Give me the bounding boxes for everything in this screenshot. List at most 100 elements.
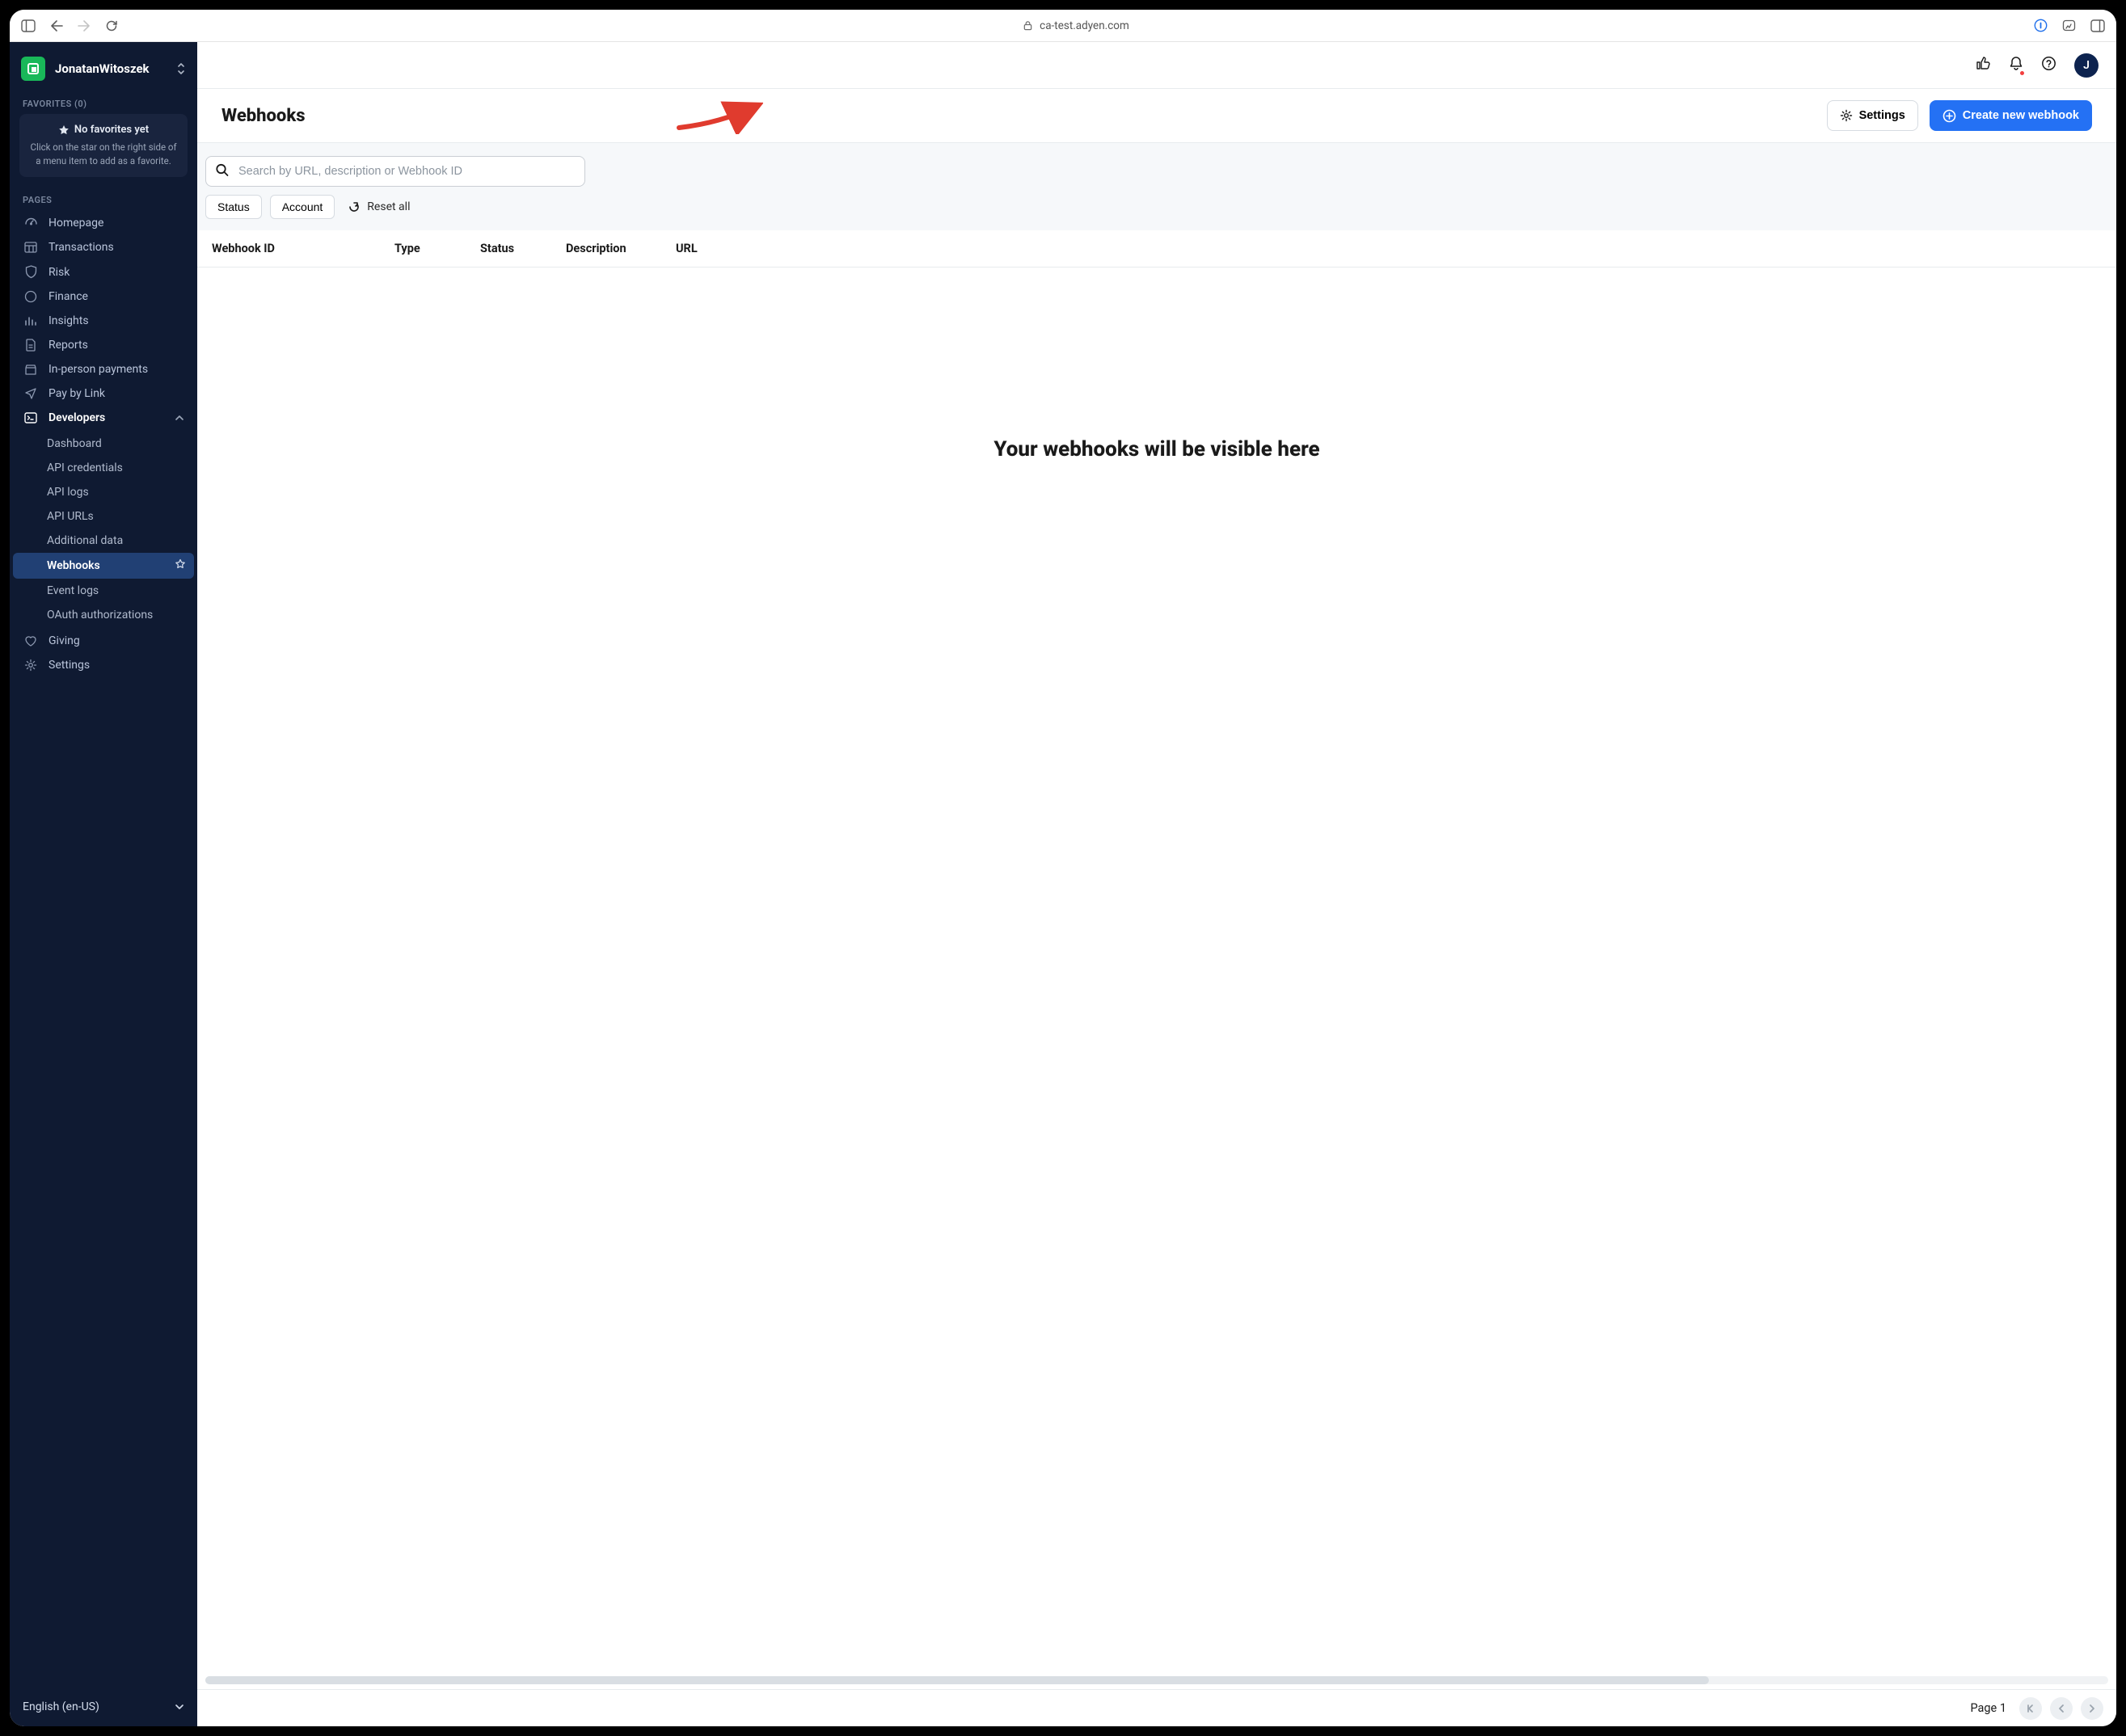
- pager-first[interactable]: [2019, 1697, 2042, 1720]
- sidebar-item-reports[interactable]: Reports: [15, 333, 192, 357]
- col-url: URL: [676, 242, 2102, 255]
- sidebar-item-risk[interactable]: Risk: [15, 259, 192, 284]
- col-status: Status: [480, 242, 545, 255]
- notification-dot: [2019, 70, 2025, 76]
- gear-icon: [1840, 109, 1853, 122]
- sidebar-item-label: In-person payments: [49, 363, 148, 376]
- forward-icon[interactable]: [78, 20, 91, 32]
- sub-item-label: API URLs: [47, 510, 94, 523]
- annotation-arrow: [674, 95, 763, 134]
- sidebar-item-label: Reports: [49, 339, 88, 352]
- sidebar-item-inperson[interactable]: In-person payments: [15, 357, 192, 381]
- terminal-icon: [23, 412, 39, 423]
- sidebar: JonatanWitoszek FAVORITES (0) No favorit…: [10, 42, 197, 1726]
- subitem-api-credentials[interactable]: API credentials: [13, 456, 194, 480]
- sub-item-label: API credentials: [47, 461, 123, 474]
- sub-item-label: Event logs: [47, 584, 99, 597]
- pagination-footer: Page 1: [197, 1689, 2116, 1726]
- favorites-empty-title: No favorites yet: [74, 124, 149, 136]
- thumbs-up-icon[interactable]: [1976, 56, 1991, 74]
- table-area: Webhook ID Type Status Description URL Y…: [197, 230, 2116, 1676]
- sidebar-item-transactions[interactable]: Transactions: [15, 235, 192, 259]
- back-icon[interactable]: [50, 20, 63, 32]
- onepassword-icon[interactable]: [2034, 19, 2048, 32]
- sidebar-toggle-icon[interactable]: [21, 19, 36, 32]
- settings-button[interactable]: Settings: [1827, 100, 1918, 131]
- button-label: Create new webhook: [1963, 109, 2079, 122]
- sub-item-label: Dashboard: [47, 437, 102, 450]
- shield-icon: [23, 265, 39, 279]
- language-label: English (en-US): [23, 1700, 99, 1713]
- tabs-icon[interactable]: [2090, 19, 2105, 32]
- favorites-label: FAVORITES (0): [10, 92, 197, 114]
- gauge-icon: [23, 216, 39, 230]
- sidebar-item-homepage[interactable]: Homepage: [15, 210, 192, 235]
- sidebar-item-label: Homepage: [49, 217, 103, 230]
- refresh-icon[interactable]: [105, 19, 118, 32]
- horizontal-scrollbar[interactable]: [205, 1676, 2108, 1684]
- address-bar[interactable]: ca-test.adyen.com: [126, 19, 2026, 32]
- url-text: ca-test.adyen.com: [1040, 19, 1129, 32]
- table-header-row: Webhook ID Type Status Description URL: [197, 230, 2116, 268]
- send-icon: [23, 387, 39, 400]
- heart-icon: [23, 635, 39, 647]
- subitem-dashboard[interactable]: Dashboard: [13, 432, 194, 456]
- sidebar-item-label: Finance: [49, 290, 88, 303]
- sub-item-label: Additional data: [47, 534, 123, 547]
- pager-prev[interactable]: [2050, 1697, 2073, 1720]
- subitem-event-logs[interactable]: Event logs: [13, 579, 194, 603]
- account-switcher[interactable]: JonatanWitoszek: [10, 42, 197, 92]
- subitem-oauth[interactable]: OAuth authorizations: [13, 603, 194, 627]
- sidebar-item-settings[interactable]: Settings: [15, 653, 192, 677]
- col-type: Type: [394, 242, 459, 255]
- col-webhook-id: Webhook ID: [212, 242, 373, 255]
- button-label: Settings: [1859, 109, 1905, 122]
- main-content: J Webhooks Settings Create new webhook: [197, 42, 2116, 1726]
- refresh-icon: [348, 200, 361, 213]
- browser-window: ca-test.adyen.com JonatanWitoszek: [10, 10, 2116, 1726]
- favorites-empty-desc: Click on the star on the right side of a…: [27, 141, 179, 167]
- search-input[interactable]: [205, 156, 585, 187]
- nav-list: Homepage Transactions Risk Finance Insig…: [10, 210, 197, 430]
- star-icon: [58, 124, 70, 136]
- account-logo: [21, 57, 45, 81]
- star-outline-icon[interactable]: [175, 558, 186, 573]
- sidebar-item-paybylink[interactable]: Pay by Link: [15, 381, 192, 406]
- extensions-icon[interactable]: [2062, 19, 2076, 32]
- gear-icon: [23, 659, 39, 672]
- subitem-additional-data[interactable]: Additional data: [13, 529, 194, 553]
- sub-item-label: API logs: [47, 486, 89, 499]
- subitem-webhooks[interactable]: Webhooks: [13, 553, 194, 579]
- sidebar-item-label: Pay by Link: [49, 387, 105, 400]
- col-description: Description: [566, 242, 655, 255]
- filter-area: Status Account Reset all: [197, 143, 2116, 230]
- create-webhook-button[interactable]: Create new webhook: [1930, 100, 2092, 131]
- page-header: Webhooks Settings Create new webhook: [197, 89, 2116, 143]
- browser-toolbar: ca-test.adyen.com: [10, 10, 2116, 42]
- subitem-api-logs[interactable]: API logs: [13, 480, 194, 504]
- chevron-up-down-icon: [176, 62, 186, 75]
- bell-icon[interactable]: [2009, 56, 2023, 74]
- reset-label: Reset all: [367, 200, 410, 213]
- favorites-empty: No favorites yet Click on the star on th…: [19, 114, 188, 177]
- avatar[interactable]: J: [2074, 53, 2099, 78]
- sidebar-item-developers[interactable]: Developers: [15, 406, 192, 430]
- sidebar-item-giving[interactable]: Giving: [15, 629, 192, 653]
- language-selector[interactable]: English (en-US): [10, 1691, 197, 1726]
- sidebar-item-finance[interactable]: Finance: [15, 284, 192, 309]
- nav-list-bottom: Giving Settings: [10, 629, 197, 677]
- page-title: Webhooks: [221, 106, 306, 126]
- sidebar-item-insights[interactable]: Insights: [15, 309, 192, 333]
- help-icon[interactable]: [2041, 56, 2056, 74]
- sidebar-item-label: Insights: [49, 314, 89, 327]
- account-name: JonatanWitoszek: [55, 61, 167, 76]
- filter-status[interactable]: Status: [205, 195, 262, 219]
- plus-circle-icon: [1943, 109, 1956, 123]
- reset-filters-button[interactable]: Reset all: [343, 195, 415, 219]
- filter-account[interactable]: Account: [270, 195, 335, 219]
- empty-state: Your webhooks will be visible here: [197, 268, 2116, 461]
- subitem-api-urls[interactable]: API URLs: [13, 504, 194, 529]
- sidebar-item-label: Settings: [49, 659, 90, 672]
- coin-icon: [23, 290, 39, 303]
- pager-next[interactable]: [2081, 1697, 2103, 1720]
